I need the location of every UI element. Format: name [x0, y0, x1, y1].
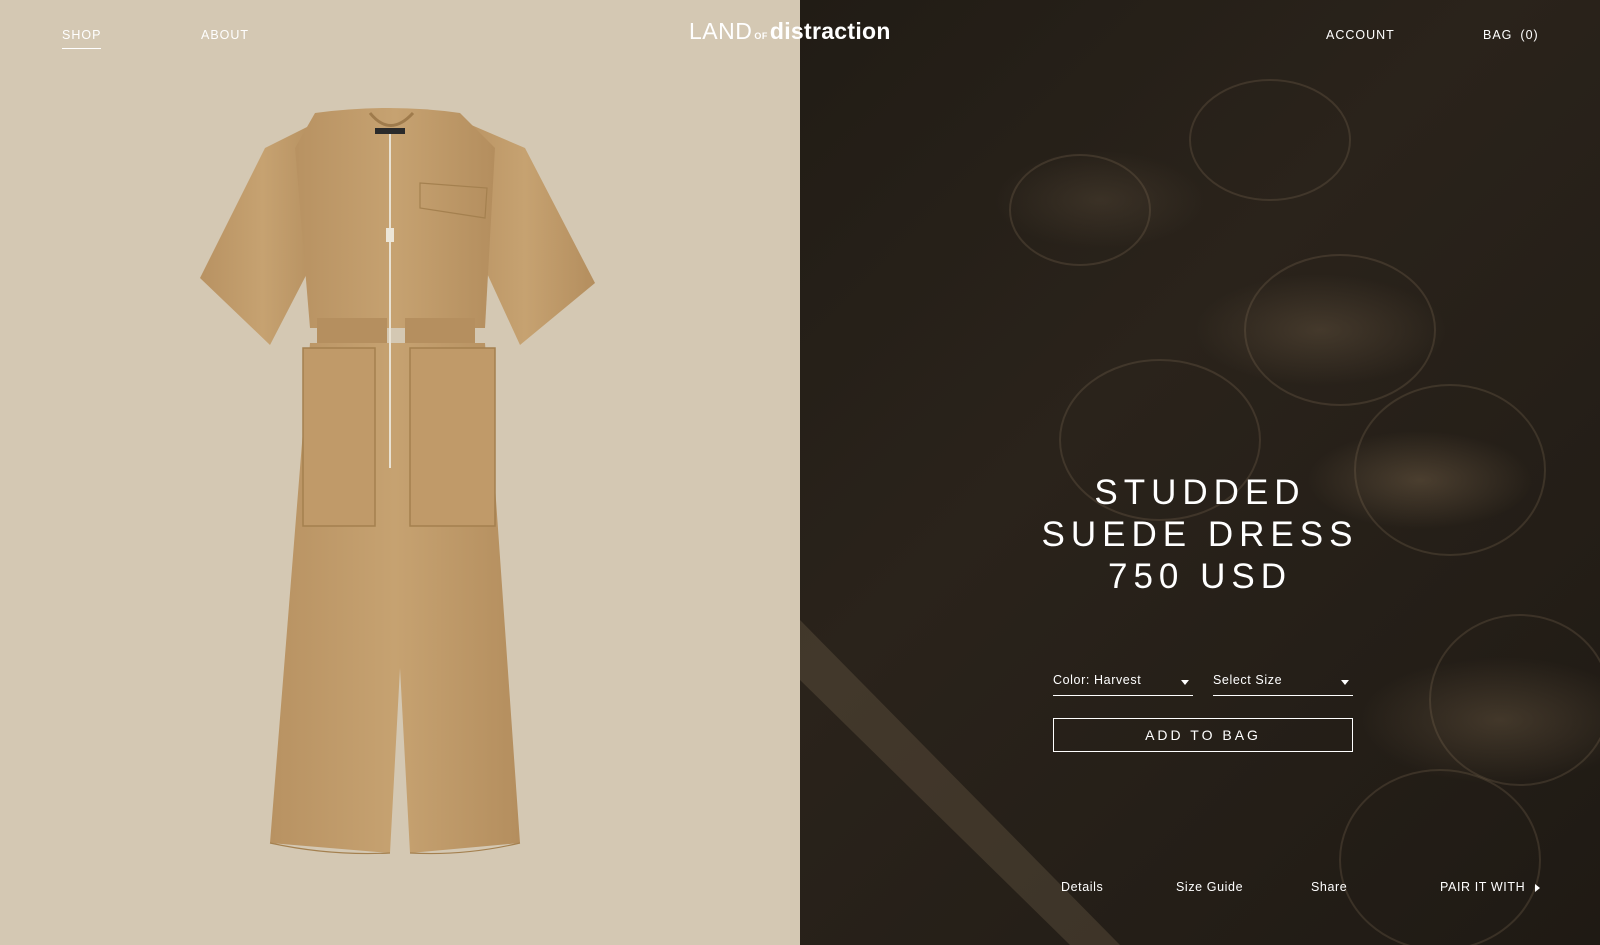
product-price: 750 USD: [1107, 557, 1293, 596]
nav-bag[interactable]: BAG (0): [1483, 28, 1539, 42]
size-select[interactable]: Select Size: [1213, 664, 1353, 696]
nav-shop[interactable]: SHOP: [62, 28, 102, 49]
size-guide-link[interactable]: Size Guide: [1176, 880, 1243, 894]
chevron-right-icon: [1535, 883, 1541, 892]
add-to-bag-button[interactable]: ADD TO BAG: [1053, 718, 1353, 752]
bag-count: (0): [1520, 28, 1539, 42]
product-image-pane: [0, 0, 800, 945]
color-select-label: Color: Harvest: [1053, 673, 1142, 687]
logo-distraction: distraction: [769, 18, 891, 44]
nav-about[interactable]: ABOUT: [201, 28, 249, 42]
pair-it-with-label: PAIR IT WITH: [1440, 880, 1526, 894]
size-select-label: Select Size: [1213, 673, 1283, 687]
product-image: [200, 108, 595, 855]
pair-it-with-link[interactable]: PAIR IT WITH: [1440, 880, 1541, 894]
product-name-line1: STUDDED: [1094, 473, 1306, 512]
logo-land: LAND: [689, 18, 753, 44]
details-link[interactable]: Details: [1061, 880, 1103, 894]
product-name-line2: SUEDE DRESS: [1041, 515, 1359, 554]
bag-label: BAG: [1483, 28, 1513, 42]
color-select[interactable]: Color: Harvest: [1053, 664, 1193, 696]
nav-account[interactable]: ACCOUNT: [1326, 28, 1395, 42]
chevron-down-icon: [1181, 680, 1189, 685]
share-link[interactable]: Share: [1311, 880, 1347, 894]
logo-of: OF: [754, 31, 768, 41]
product-title: STUDDED SUEDE DRESS 750 USD: [1000, 472, 1400, 598]
chevron-down-icon: [1341, 680, 1349, 685]
site-logo[interactable]: LAND OF distraction: [689, 18, 891, 48]
